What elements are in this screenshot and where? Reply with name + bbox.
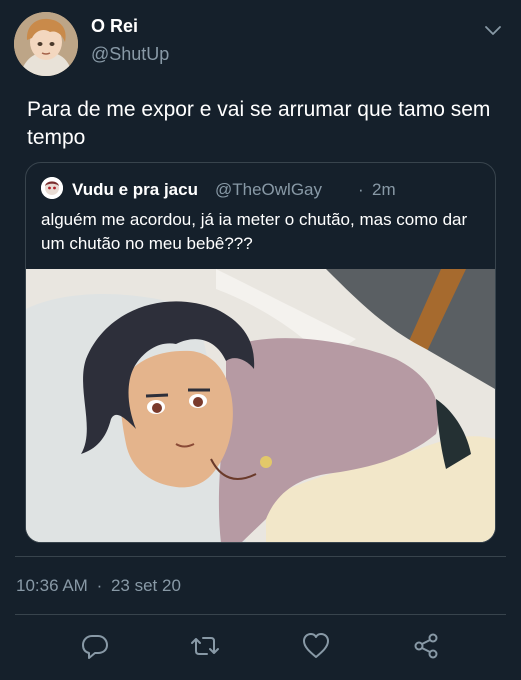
tweet-text: Para de me expor e vai se arrumar que ta…: [27, 98, 491, 149]
quoted-media-image[interactable]: [26, 269, 495, 542]
quoted-author-avatar: [41, 177, 63, 199]
like-icon[interactable]: [301, 631, 331, 661]
avatar-image: [41, 177, 63, 199]
quoted-text: alguém me acordou, já ia meter o chutão,…: [41, 210, 468, 253]
share-icon[interactable]: [411, 631, 441, 661]
divider: [15, 556, 506, 557]
divider: [15, 614, 506, 615]
author-display-name[interactable]: O Rei: [91, 16, 138, 37]
tweet-separator: ·: [96, 576, 103, 595]
quoted-timestamp: 2m: [372, 180, 396, 199]
quoted-display-name: Vudu e pra jacu: [72, 180, 198, 199]
illustration: [26, 269, 495, 542]
tweet-header: O Rei @ShutUp: [0, 0, 521, 80]
retweet-icon[interactable]: [190, 631, 220, 661]
tweet-time: 10:36 AM: [16, 576, 88, 595]
tweet-timestamp[interactable]: 10:36 AM · 23 set 20: [16, 576, 185, 596]
author-handle[interactable]: @ShutUp: [91, 44, 169, 65]
quoted-handle: @TheOwlGay: [215, 180, 323, 199]
tweet-date: 23 set 20: [110, 576, 181, 595]
quoted-separator: ·: [358, 180, 364, 199]
reply-icon[interactable]: [80, 631, 110, 661]
quoted-tweet[interactable]: Vudu e pra jacu @TheOwlGay · 2m alguém m…: [25, 162, 496, 543]
avatar-image: [14, 12, 78, 76]
author-avatar[interactable]: [14, 12, 78, 76]
chevron-down-icon[interactable]: [483, 20, 503, 40]
